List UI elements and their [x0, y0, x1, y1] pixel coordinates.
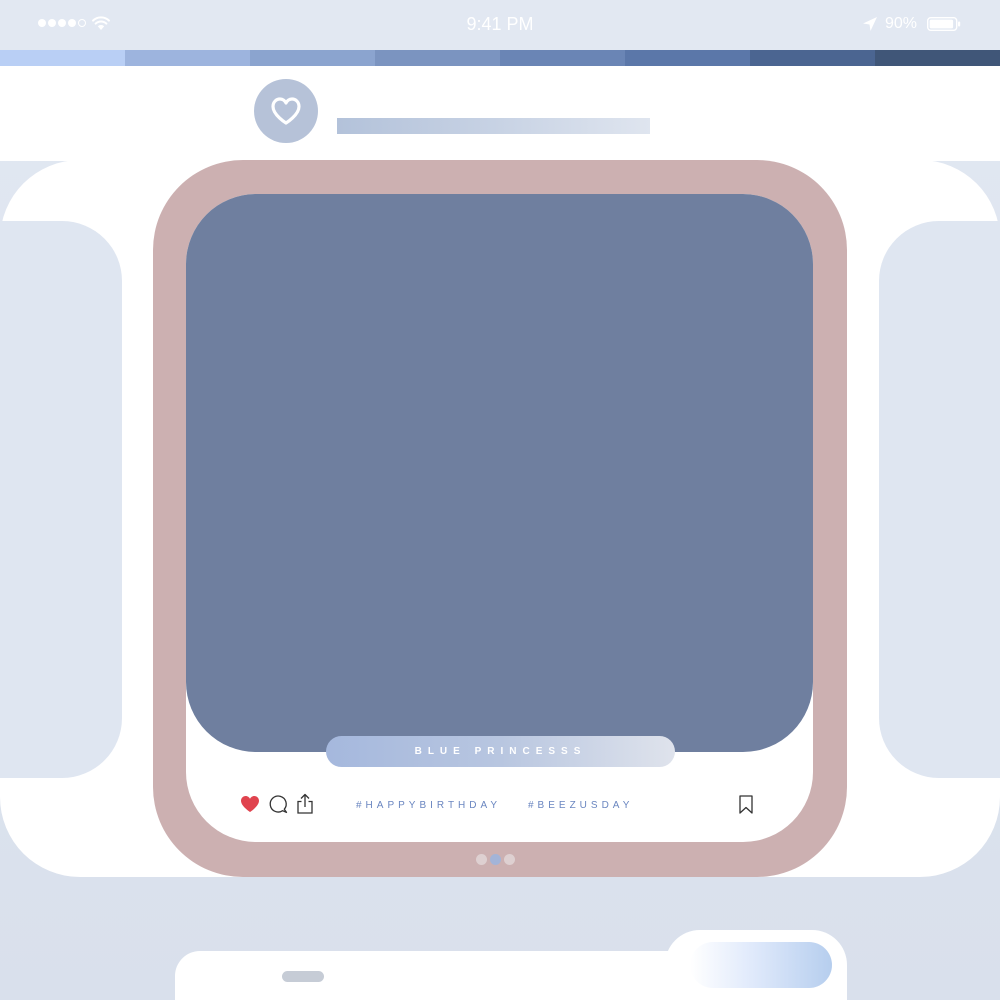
palette-swatch — [375, 50, 500, 66]
heart-icon — [271, 97, 301, 125]
page-dot[interactable] — [504, 854, 515, 865]
battery-icon — [927, 17, 961, 31]
avatar[interactable] — [254, 79, 318, 143]
palette-swatch — [0, 50, 125, 66]
color-palette-strip — [0, 50, 1000, 66]
like-heart-icon[interactable] — [240, 795, 260, 813]
carousel-page-dots[interactable] — [476, 854, 515, 865]
palette-swatch — [875, 50, 1000, 66]
hashtag-link[interactable]: #HAPPYBIRTHDAY — [356, 800, 501, 812]
palette-swatch — [125, 50, 250, 66]
drag-handle[interactable] — [282, 971, 324, 982]
share-icon[interactable] — [295, 793, 315, 814]
palette-swatch — [750, 50, 875, 66]
palette-swatch — [250, 50, 375, 66]
palette-swatch — [500, 50, 625, 66]
post-header — [0, 66, 1000, 161]
location-arrow-icon — [863, 17, 877, 31]
bookmark-icon[interactable] — [738, 795, 754, 814]
page-dot[interactable] — [490, 854, 501, 865]
page-dot[interactable] — [476, 854, 487, 865]
hashtag-link[interactable]: #BEEZUSDAY — [528, 800, 633, 812]
photo-placeholder[interactable] — [186, 194, 813, 752]
previous-post-preview[interactable] — [0, 221, 122, 778]
comment-icon[interactable] — [268, 794, 288, 814]
next-post-preview[interactable] — [879, 221, 1000, 778]
action-button[interactable] — [690, 942, 832, 988]
username-placeholder — [337, 118, 650, 134]
palette-swatch — [625, 50, 750, 66]
caption-label: BLUE PRINCESSS — [326, 736, 675, 767]
status-bar: 9:41 PM 90% — [0, 0, 1000, 50]
battery-percent: 90% — [885, 15, 918, 32]
status-time: 9:41 PM — [466, 14, 534, 34]
bottom-input-bar[interactable] — [175, 951, 735, 1000]
